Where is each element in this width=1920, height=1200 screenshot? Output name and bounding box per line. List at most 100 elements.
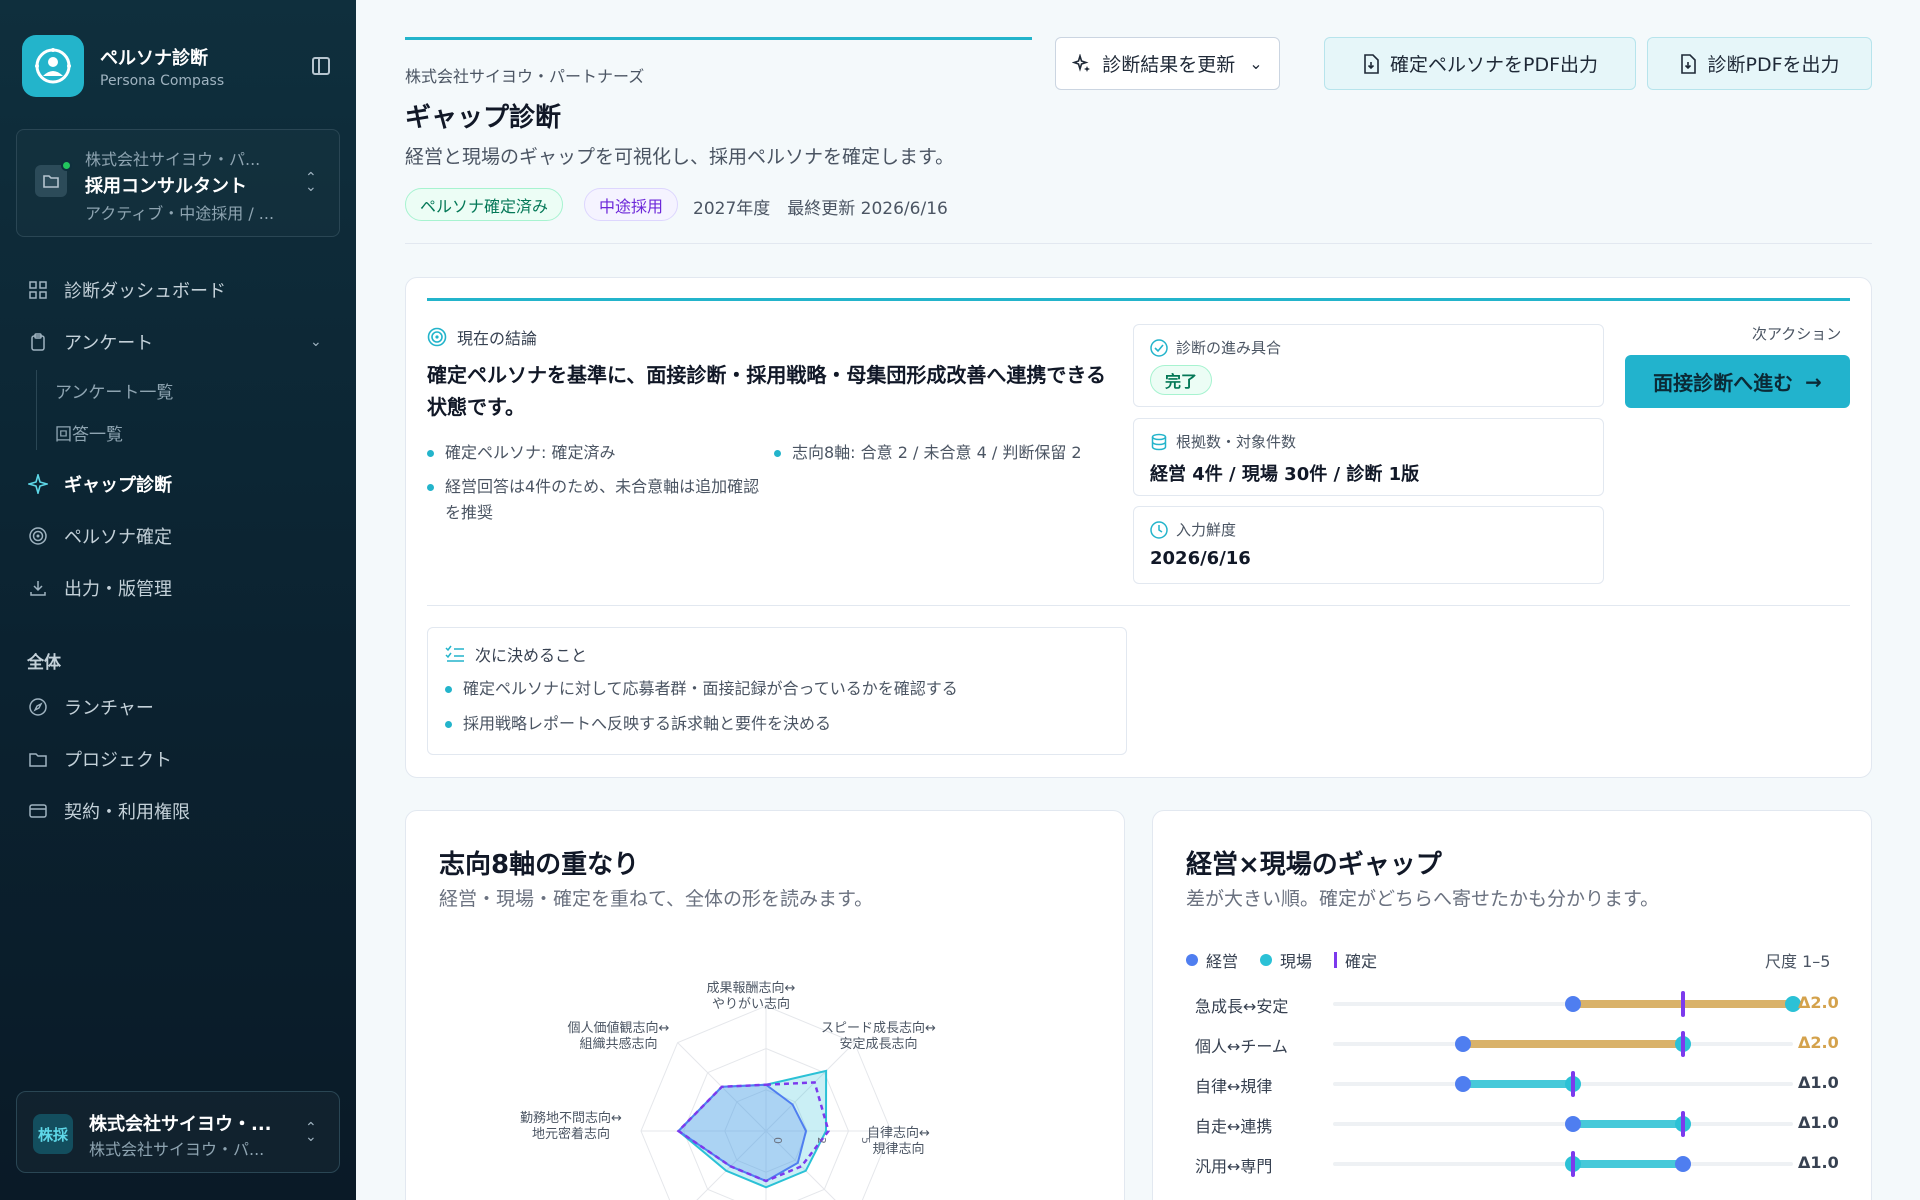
nav-survey-list[interactable]: アンケート一覧 [55, 378, 173, 403]
gap-marker-mgmt [1455, 1036, 1471, 1052]
database-icon [1150, 433, 1168, 451]
brand-subtitle: Persona Compass [100, 72, 225, 89]
org-switcher[interactable]: 株採 株式会社サイヨウ・... 株式会社サイヨウ・パ... ⌃ ⌄ [16, 1091, 340, 1173]
radar-series-mgmt [676, 1083, 808, 1183]
diagnosis-pdf-label: 診断PDFを出力 [1707, 54, 1840, 76]
radar-axis-label: 勤務地不問志向↔ 地元密着志向 [520, 1111, 622, 1142]
gap-marker-mgmt [1565, 996, 1581, 1012]
org-avatar: 株採 [33, 1114, 73, 1154]
dashboard-icon [28, 280, 48, 300]
nav-persona[interactable]: ペルソナ確定 [28, 523, 172, 549]
workspace-status: アクティブ・中途採用 / ... [85, 204, 275, 223]
legend-final-label: 確定 [1345, 952, 1378, 971]
gap-row-label: 個人↔チーム [1195, 1037, 1288, 1056]
target-icon [28, 526, 48, 546]
org-sub: 株式会社サイヨウ・パ... [89, 1140, 265, 1159]
gap-marker-final [1681, 1111, 1685, 1137]
gap-segment [1463, 1040, 1683, 1048]
next-action-button-label: 面接診断へ進む [1653, 371, 1794, 395]
checklist-icon [445, 645, 465, 663]
arrow-right-icon: → [1805, 369, 1822, 394]
sparkle-icon [28, 474, 48, 494]
nav-answer-list[interactable]: 回答一覧 [55, 420, 123, 445]
gap-track [1333, 1162, 1793, 1166]
conclusion-card: 現在の結論 確定ペルソナを基準に、面接診断・採用戦略・母集団形成改善へ連携できる… [405, 277, 1872, 778]
sidebar: ペルソナ診断 Persona Compass 株式会社サイヨウ・パ... 採用コ… [0, 0, 356, 1200]
evidence-box: 根拠数・対象件数 経営 4件 / 現場 30件 / 診断 1版 [1133, 418, 1604, 496]
freshness-value: 2026/6/16 [1150, 548, 1251, 569]
sidebar-toggle-icon[interactable] [312, 57, 330, 75]
gap-segment [1573, 1160, 1683, 1168]
progress-label: 診断の進み具合 [1176, 339, 1282, 357]
gap-marker-mgmt [1675, 1156, 1691, 1172]
subnav-line [36, 370, 37, 450]
badge-persona-confirmed: ペルソナ確定済み [405, 188, 564, 221]
gap-row-label: 自走↔連携 [1195, 1117, 1273, 1136]
evidence-label: 根拠数・対象件数 [1176, 433, 1297, 451]
nav-output[interactable]: 出力・版管理 [28, 575, 172, 601]
workspace-company: 株式会社サイヨウ・パ... [85, 150, 261, 169]
next-action-label: 次アクション [1752, 325, 1842, 343]
radar-axis-label: 個人価値観志向↔ 組織共感志向 [567, 1021, 670, 1052]
nav-gap[interactable]: ギャップ診断 [28, 471, 172, 497]
gap-scale: 尺度 1–5 [1765, 952, 1831, 971]
nav-project-label: プロジェクト [64, 750, 172, 771]
conclusion-text: 確定ペルソナを基準に、面接診断・採用戦略・母集団形成改善へ連携できる状態です。 [427, 363, 1106, 419]
gap-subtitle: 差が大きい順。確定がどちらへ寄せたかも分かります。 [1186, 888, 1660, 910]
decide-item: 採用戦略レポートへ反映する訴求軸と要件を決める [445, 711, 1115, 737]
nav-project[interactable]: プロジェクト [28, 746, 172, 772]
chevron-updown-icon: ⌃ ⌄ [305, 170, 317, 195]
conclusion-accent-line [427, 298, 1850, 301]
brand-logo-icon [22, 35, 84, 97]
main-content: 株式会社サイヨウ・パートナーズ ギャップ診断 経営と現場のギャップを可視化し、採… [356, 0, 1920, 1200]
diagnosis-pdf-button[interactable]: 診断PDFを出力 [1647, 37, 1872, 90]
gap-delta: Δ1.0 [1798, 1073, 1839, 1092]
radar-axis-label: スピード成長志向↔ 安定成長志向 [821, 1021, 936, 1052]
gap-marker-final [1571, 1151, 1575, 1177]
chevron-updown-icon: ⌃ ⌄ [305, 1120, 317, 1145]
nav-launcher[interactable]: ランチャー [28, 694, 154, 720]
gap-delta: Δ1.0 [1798, 1113, 1839, 1132]
header-accent-line [405, 37, 1032, 40]
nav-dashboard-label: 診断ダッシュボード [64, 281, 226, 302]
sparkle-icon [1072, 53, 1092, 74]
decide-box: 次に決めること 確定ペルソナに対して応募者群・面接記録が合っているかを確認する … [427, 627, 1127, 755]
file-download-icon [1362, 53, 1380, 74]
update-results-button[interactable]: 診断結果を更新 ⌄ [1055, 37, 1280, 90]
gap-row: 自走↔連携 Δ1.0 [1186, 1109, 1846, 1139]
gap-delta: Δ1.0 [1798, 1153, 1839, 1172]
next-action-button[interactable]: 面接診断へ進む → [1625, 355, 1850, 408]
workspace-switcher[interactable]: 株式会社サイヨウ・パ... 採用コンサルタント アクティブ・中途採用 / ...… [16, 129, 340, 237]
persona-pdf-label: 確定ペルソナをPDF出力 [1389, 54, 1599, 76]
chevron-down-icon: ⌄ [310, 334, 322, 350]
conclusion-heading: 現在の結論 [427, 325, 537, 349]
workspace-name: 採用コンサルタント [85, 176, 247, 197]
gap-legend: 経営 現場 確定 [1186, 948, 1399, 972]
nav-dashboard[interactable]: 診断ダッシュボード [28, 277, 226, 303]
target-icon [427, 327, 447, 347]
gap-marker-final [1681, 991, 1685, 1017]
chevron-down-icon: ⌄ [1249, 54, 1263, 73]
radar-axis-label: 成果報酬志向↔ やりがい志向 [706, 981, 796, 1012]
brand[interactable]: ペルソナ診断 Persona Compass [22, 35, 224, 97]
legend-mgmt: 経営 [1186, 948, 1238, 972]
status-dot [61, 160, 72, 171]
radar-card: 志向8軸の重なり 経営・現場・確定を重ねて、全体の形を読みます。 025 成果報… [405, 810, 1125, 1200]
persona-pdf-button[interactable]: 確定ペルソナをPDF出力 [1324, 37, 1636, 90]
update-results-label: 診断結果を更新 [1102, 54, 1236, 76]
nav-persona-label: ペルソナ確定 [64, 527, 172, 548]
gap-marker-mgmt [1455, 1076, 1471, 1092]
legend-field: 現場 [1260, 948, 1312, 972]
nav-survey[interactable]: アンケート ⌄ [28, 329, 328, 355]
clipboard-icon [28, 332, 48, 352]
gap-marker-final [1571, 1071, 1575, 1097]
nav-contract[interactable]: 契約・利用権限 [28, 798, 190, 824]
progress-box: 診断の進み具合 完了 [1133, 324, 1604, 407]
page-meta: 2027年度 最終更新 2026/6/16 [693, 199, 948, 219]
gap-track [1333, 1122, 1793, 1126]
badge-midcareer: 中途採用 [584, 188, 679, 221]
gap-delta: Δ2.0 [1798, 993, 1839, 1012]
freshness-box: 入力鮮度 2026/6/16 [1133, 506, 1604, 584]
gap-marker-final [1681, 1031, 1685, 1057]
conclusion-bullet: 志向8軸: 合意 2 / 未合意 4 / 判断保留 2 [774, 440, 1119, 466]
